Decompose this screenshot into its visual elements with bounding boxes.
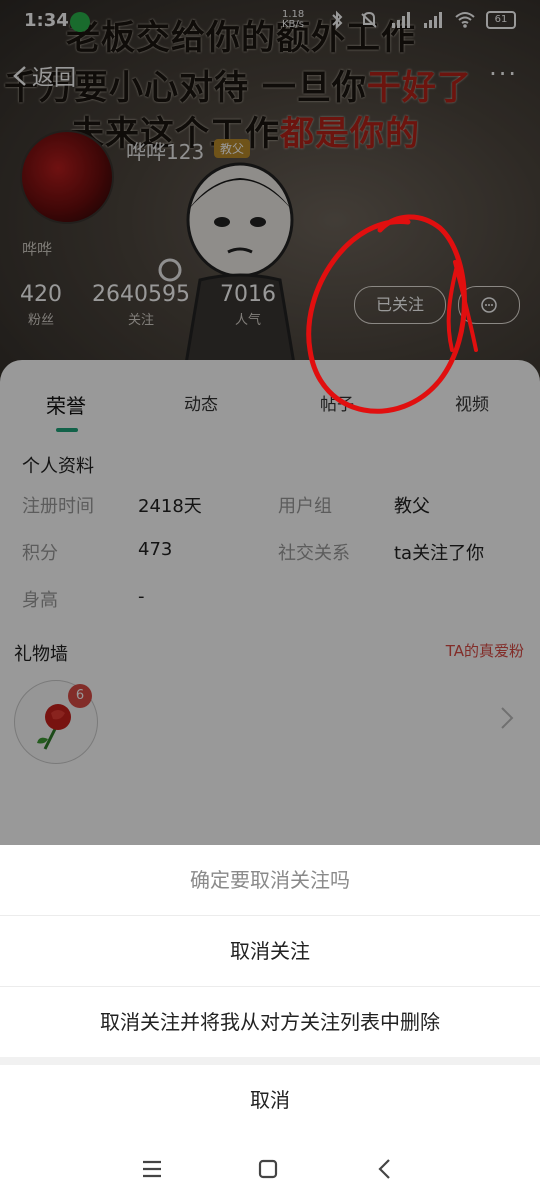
unfollow-action-sheet: 确定要取消关注吗 取消关注 取消关注并将我从对方关注列表中删除 取消 [0,845,540,1200]
unfollow-and-remove-button[interactable]: 取消关注并将我从对方关注列表中删除 [0,986,540,1057]
system-nav-bar [0,1145,540,1200]
cancel-button[interactable]: 取消 [0,1065,540,1135]
sheet-title: 确定要取消关注吗 [190,868,350,892]
unfollow-button[interactable]: 取消关注 [0,915,540,986]
back-nav-icon[interactable] [372,1155,400,1183]
modal-backdrop[interactable] [0,0,540,845]
sheet-divider [0,1057,540,1065]
home-icon[interactable] [254,1155,282,1183]
menu-icon[interactable] [138,1155,166,1183]
